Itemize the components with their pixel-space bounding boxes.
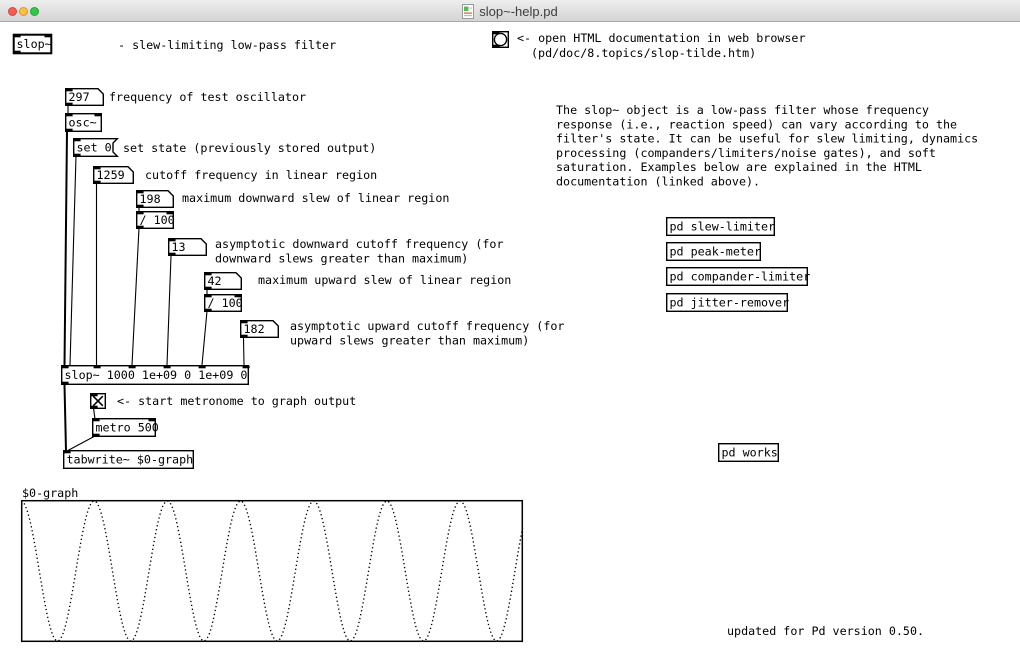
window-title: slop~-help.pd: [479, 4, 557, 19]
comment-title-desc: - slew-limiting low-pass filter: [118, 38, 336, 52]
msg-set-state-label: set 0: [77, 141, 112, 155]
outlet-pin: [91, 406, 98, 409]
subpatch-works-label: pd works: [722, 446, 778, 460]
numberbox-test-frequency-label: 297: [69, 90, 90, 104]
comment-description-line: response (i.e., reaction speed) can vary…: [556, 117, 957, 131]
array-graph-frame: [22, 501, 523, 642]
titlebar: slop~-help.pd: [0, 0, 1020, 22]
patch-cord: [65, 131, 68, 365]
obj-tabwrite-label: tabwrite~ $0-graph: [67, 453, 194, 467]
patch-cord: [244, 338, 245, 365]
comment-up-asymptotic: asymptotic upward cutoff frequency (foru…: [290, 319, 564, 347]
comment-up-asymptotic-line: upward slews greater than maximum): [290, 333, 529, 347]
inlet-pin: [493, 32, 500, 35]
patch-canvas: slop~ - slew-limiting low-pass filter <- o…: [0, 22, 1020, 664]
obj-divide-100-up-label: / 100: [208, 296, 243, 310]
comment-description: The slop~ object is a low-pass filter wh…: [556, 103, 978, 189]
patch-cord: [67, 436, 95, 451]
patch-cord: [202, 311, 207, 365]
comment-updated: updated for Pd version 0.50.: [727, 624, 924, 638]
comment-description-line: The slop~ object is a low-pass filter wh…: [556, 103, 929, 117]
patch-cord: [94, 408, 96, 419]
numberbox-up-asymptotic-label: 182: [244, 322, 265, 336]
patch-svg: slop~ - slew-limiting low-pass filter <- o…: [0, 22, 1020, 664]
comment-down-slew: maximum downward slew of linear region: [182, 191, 449, 205]
comment-docs-path: (pd/doc/8.topics/slop-tilde.htm): [531, 46, 756, 60]
bang-circle-icon: [494, 33, 506, 45]
comment-test-frequency: frequency of test oscillator: [109, 90, 306, 104]
numberbox-cutoff-label: 1259: [97, 168, 125, 182]
patch-cord: [167, 256, 171, 365]
comment-description-line: documentation (linked above).: [556, 175, 760, 189]
obj-slop-main-label: slop~ 1000 1e+09 0 1e+09 0: [65, 368, 248, 382]
comment-description-line: filter's state. It can be useful for sle…: [556, 132, 978, 146]
subpatch-compander-limiter-label: pd compander-limiter: [670, 270, 811, 284]
comment-set-state: set state (previously stored output): [123, 141, 376, 155]
comment-down-asymptotic-line: asymptotic downward cutoff frequency (fo…: [215, 237, 504, 251]
subpatch-slew-limiter-label: pd slew-limiter: [670, 220, 776, 234]
comment-up-asymptotic-line: asymptotic upward cutoff frequency (for: [290, 319, 564, 333]
patch-cord: [70, 156, 76, 365]
subpatch-peak-meter-label: pd peak-meter: [670, 245, 761, 259]
patch-cord: [132, 228, 139, 365]
comment-cutoff: cutoff frequency in linear region: [145, 168, 377, 182]
obj-osc-label: osc~: [69, 116, 97, 130]
comment-open-docs: <- open HTML documentation in web browse…: [517, 31, 806, 45]
comment-description-line: processing (companders/limiters/noise ga…: [556, 146, 936, 160]
obj-metro-label: metro 500: [96, 421, 159, 435]
subpatch-jitter-remover-label: pd jitter-remover: [670, 296, 790, 310]
pd-patch-window: slop~-help.pd slop~ - slew-limiting low-p…: [0, 0, 1020, 664]
numberbox-down-asymptotic-label: 13: [172, 240, 186, 254]
comment-description-line: saturation. Examples below are explained…: [556, 160, 922, 174]
comment-up-slew: maximum upward slew of linear region: [258, 273, 511, 287]
array-waveform: [21, 501, 523, 641]
comment-down-asymptotic: asymptotic downward cutoff frequency (fo…: [215, 237, 504, 265]
comment-graph-label: $0-graph: [22, 486, 78, 500]
numberbox-up-slew-label: 42: [208, 274, 222, 288]
inlet-pin: [91, 394, 98, 397]
comment-down-asymptotic-line: downward slews greater than maximum): [215, 251, 468, 265]
patch-cord: [65, 385, 67, 451]
obj-slop-title-label: slop~: [17, 37, 52, 51]
obj-divide-100-down-label: / 100: [140, 213, 175, 227]
outlet-pin: [493, 45, 500, 48]
comment-start-metro: <- start metronome to graph output: [117, 394, 356, 408]
pd-file-icon: [462, 4, 474, 19]
numberbox-down-slew-label: 198: [140, 192, 161, 206]
